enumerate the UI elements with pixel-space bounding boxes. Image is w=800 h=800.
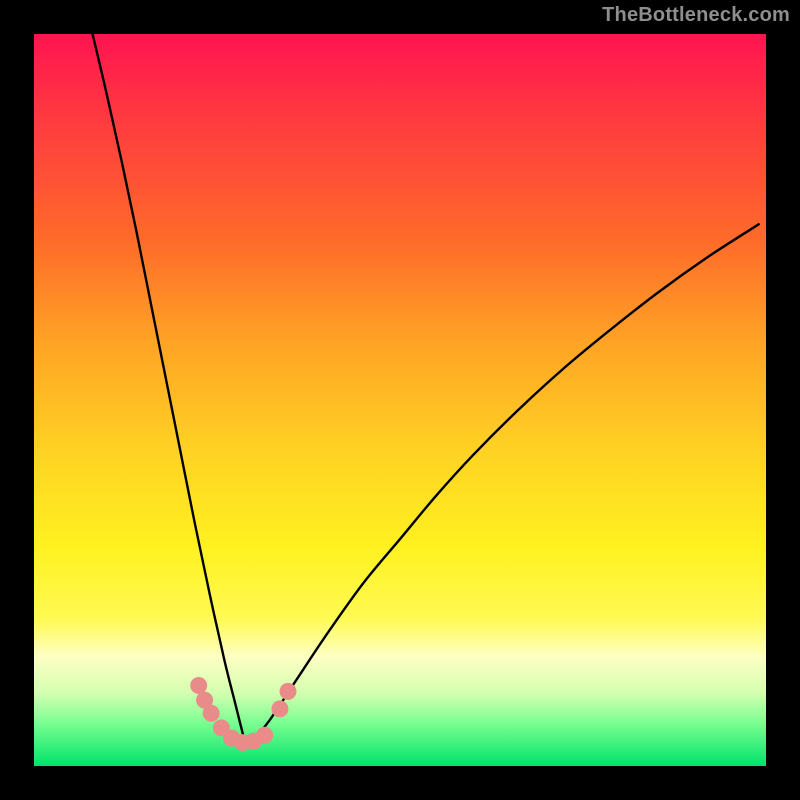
trough-marker — [203, 705, 220, 722]
bottleneck-chart — [0, 0, 800, 800]
trough-marker — [280, 683, 297, 700]
trough-marker — [190, 677, 207, 694]
watermark: TheBottleneck.com — [602, 4, 790, 27]
trough-marker — [256, 727, 273, 744]
chart-background — [34, 34, 766, 766]
trough-marker — [271, 700, 288, 717]
